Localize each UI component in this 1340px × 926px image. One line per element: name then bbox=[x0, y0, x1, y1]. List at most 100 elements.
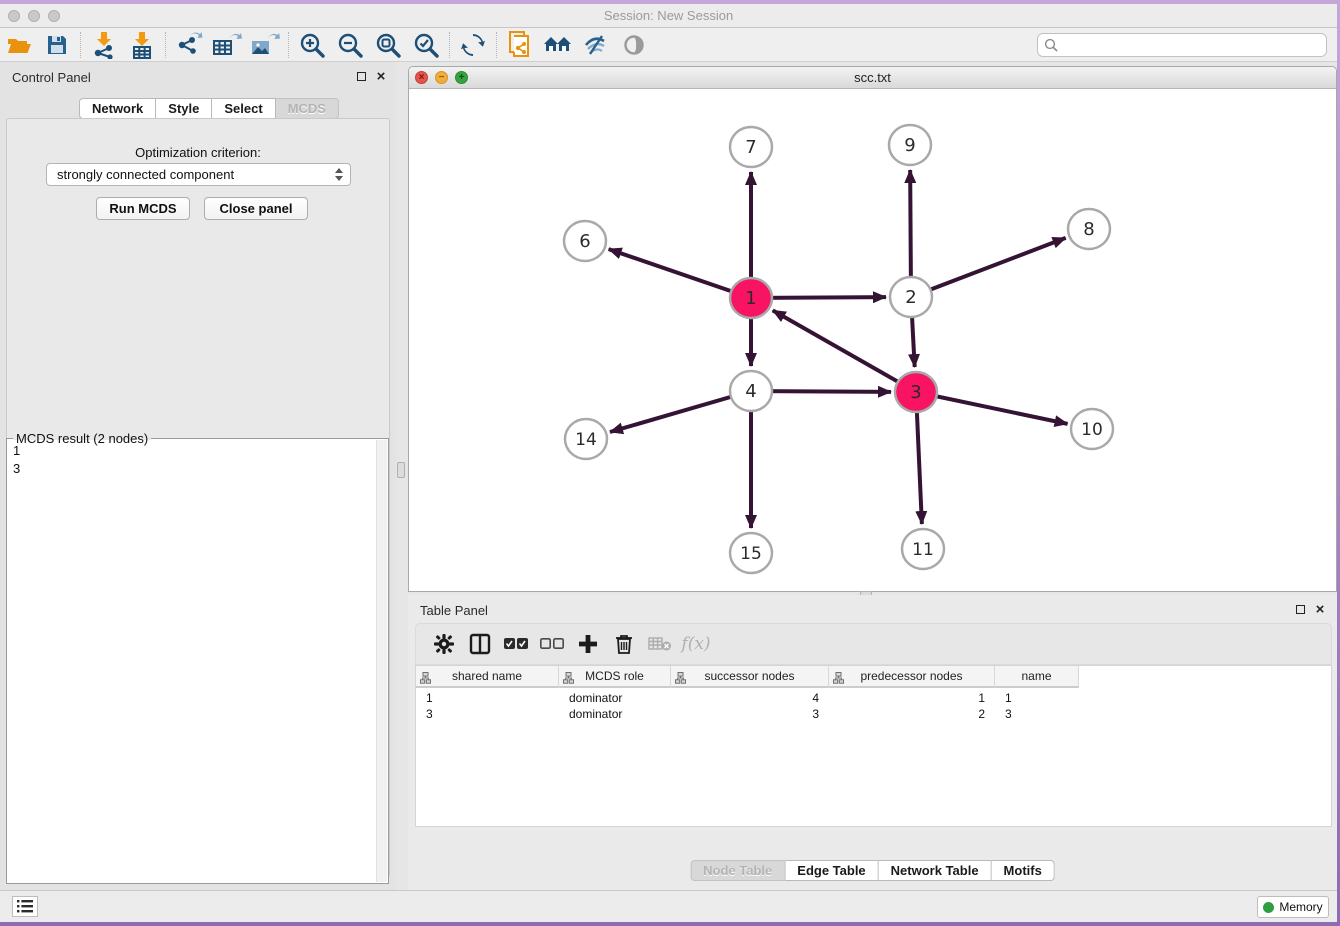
network-window-titlebar[interactable]: × − + scc.txt bbox=[409, 67, 1336, 89]
table-cell[interactable]: 1 bbox=[829, 690, 995, 706]
gear-icon[interactable] bbox=[426, 627, 462, 661]
list-icon bbox=[17, 900, 33, 913]
graph-node-15[interactable]: 15 bbox=[730, 533, 772, 573]
graph-edge-2-8[interactable] bbox=[911, 238, 1066, 297]
export-table-icon[interactable] bbox=[208, 30, 246, 60]
result-line: 3 bbox=[13, 460, 374, 478]
graph-edge-1-6[interactable] bbox=[609, 249, 751, 298]
table-cell[interactable]: dominator bbox=[559, 690, 671, 706]
toolbar-separator bbox=[288, 32, 289, 58]
network-view-window: × − + scc.txt 1 2 3 4 6 7 8 9 10 11 14 15 bbox=[408, 66, 1337, 592]
memory-status-icon bbox=[1263, 902, 1274, 913]
zoom-selected-icon[interactable] bbox=[407, 30, 445, 60]
table-cell[interactable]: 1 bbox=[416, 690, 559, 706]
first-neighbors-icon[interactable] bbox=[539, 30, 577, 60]
node-label: 4 bbox=[745, 381, 756, 402]
toolbar-separator bbox=[165, 32, 166, 58]
mcds-result-list[interactable]: 13 bbox=[13, 442, 374, 881]
hide-selected-icon[interactable] bbox=[577, 30, 615, 60]
table-float-icon[interactable] bbox=[1293, 603, 1307, 617]
add-column-icon[interactable] bbox=[570, 627, 606, 661]
graph-node-4[interactable]: 4 bbox=[730, 371, 772, 411]
table-row[interactable]: 3dominator323 bbox=[416, 706, 1079, 722]
graph-node-1[interactable]: 1 bbox=[730, 278, 772, 318]
table-cell[interactable]: dominator bbox=[559, 706, 671, 722]
graph-node-2[interactable]: 2 bbox=[890, 277, 932, 317]
close-panel-icon[interactable]: × bbox=[374, 70, 388, 84]
graph-edge-3-1[interactable] bbox=[773, 310, 916, 392]
table-row[interactable]: 1dominator411 bbox=[416, 690, 1079, 706]
zoom-fit-icon[interactable] bbox=[369, 30, 407, 60]
result-scrollbar[interactable] bbox=[376, 440, 387, 882]
task-history-button[interactable] bbox=[12, 896, 38, 917]
function-builder-icon[interactable]: f(x) bbox=[678, 627, 714, 661]
run-mcds-button[interactable]: Run MCDS bbox=[96, 197, 190, 220]
table-tab-network-table[interactable]: Network Table bbox=[879, 860, 992, 881]
table-cell[interactable]: 3 bbox=[671, 706, 829, 722]
table-tab-edge-table[interactable]: Edge Table bbox=[785, 860, 878, 881]
column-view-icon[interactable] bbox=[462, 627, 498, 661]
delete-table-icon[interactable] bbox=[642, 627, 678, 661]
panel-splitter[interactable] bbox=[396, 62, 408, 890]
tab-style[interactable]: Style bbox=[156, 98, 212, 119]
column-header-MCDS-role[interactable]: MCDS role bbox=[559, 666, 671, 688]
network-title: scc.txt bbox=[409, 70, 1336, 85]
toolbar-separator bbox=[449, 32, 450, 58]
main-toolbar bbox=[0, 28, 1337, 62]
hierarchy-icon bbox=[675, 670, 686, 690]
table-cell[interactable]: 3 bbox=[995, 706, 1079, 722]
tab-mcds[interactable]: MCDS bbox=[276, 98, 339, 119]
refresh-layout-icon[interactable] bbox=[454, 30, 492, 60]
select-all-icon[interactable] bbox=[498, 627, 534, 661]
show-all-icon[interactable] bbox=[615, 30, 653, 60]
graph-edge-3-10[interactable] bbox=[916, 392, 1068, 424]
graph-node-7[interactable]: 7 bbox=[730, 127, 772, 167]
tab-select[interactable]: Select bbox=[212, 98, 275, 119]
table-tabs: Node TableEdge TableNetwork TableMotifs bbox=[690, 860, 1055, 881]
copy-network-icon[interactable] bbox=[501, 30, 539, 60]
column-header-successor-nodes[interactable]: successor nodes bbox=[671, 666, 829, 688]
memory-button[interactable]: Memory bbox=[1257, 896, 1329, 918]
float-panel-icon[interactable] bbox=[354, 70, 368, 84]
close-panel-button[interactable]: Close panel bbox=[204, 197, 308, 220]
column-header-shared-name[interactable]: shared name bbox=[416, 666, 559, 688]
table-cell[interactable]: 3 bbox=[416, 706, 559, 722]
table-tab-motifs[interactable]: Motifs bbox=[992, 860, 1055, 881]
import-table-icon[interactable] bbox=[123, 30, 161, 60]
table-tab-node-table[interactable]: Node Table bbox=[690, 860, 785, 881]
column-header-predecessor-nodes[interactable]: predecessor nodes bbox=[829, 666, 995, 688]
status-bar: Memory bbox=[0, 890, 1337, 922]
control-panel-title: Control Panel bbox=[12, 70, 91, 85]
table-panel-title: Table Panel bbox=[420, 603, 488, 618]
delete-icon[interactable] bbox=[606, 627, 642, 661]
graph-node-6[interactable]: 6 bbox=[564, 221, 606, 261]
zoom-out-icon[interactable] bbox=[331, 30, 369, 60]
graph-node-14[interactable]: 14 bbox=[565, 419, 607, 459]
table-cell[interactable]: 1 bbox=[995, 690, 1079, 706]
save-session-icon[interactable] bbox=[38, 30, 76, 60]
graph-node-3[interactable]: 3 bbox=[895, 372, 937, 412]
table-cell[interactable]: 2 bbox=[829, 706, 995, 722]
graph-node-8[interactable]: 8 bbox=[1068, 209, 1110, 249]
column-header-name[interactable]: name bbox=[995, 666, 1079, 688]
toolbar-separator bbox=[80, 32, 81, 58]
node-label: 8 bbox=[1083, 219, 1094, 240]
graph-node-9[interactable]: 9 bbox=[889, 125, 931, 165]
graph-node-10[interactable]: 10 bbox=[1071, 409, 1113, 449]
graph-node-11[interactable]: 11 bbox=[902, 529, 944, 569]
export-network-icon[interactable] bbox=[170, 30, 208, 60]
table-close-icon[interactable]: × bbox=[1313, 603, 1327, 617]
search-input[interactable] bbox=[1062, 38, 1326, 52]
tab-network[interactable]: Network bbox=[79, 98, 156, 119]
network-canvas[interactable]: 1 2 3 4 6 7 8 9 10 11 14 15 bbox=[409, 89, 1336, 591]
deselect-all-icon[interactable] bbox=[534, 627, 570, 661]
table-cell[interactable]: 4 bbox=[671, 690, 829, 706]
import-network-icon[interactable] bbox=[85, 30, 123, 60]
optimization-criterion-label: Optimization criterion: bbox=[7, 145, 389, 160]
open-file-icon[interactable] bbox=[0, 30, 38, 60]
node-label: 11 bbox=[912, 540, 934, 560]
splitter-handle[interactable] bbox=[397, 462, 405, 478]
optimization-criterion-select[interactable]: strongly connected component bbox=[46, 163, 351, 186]
zoom-in-icon[interactable] bbox=[293, 30, 331, 60]
export-image-icon[interactable] bbox=[246, 30, 284, 60]
